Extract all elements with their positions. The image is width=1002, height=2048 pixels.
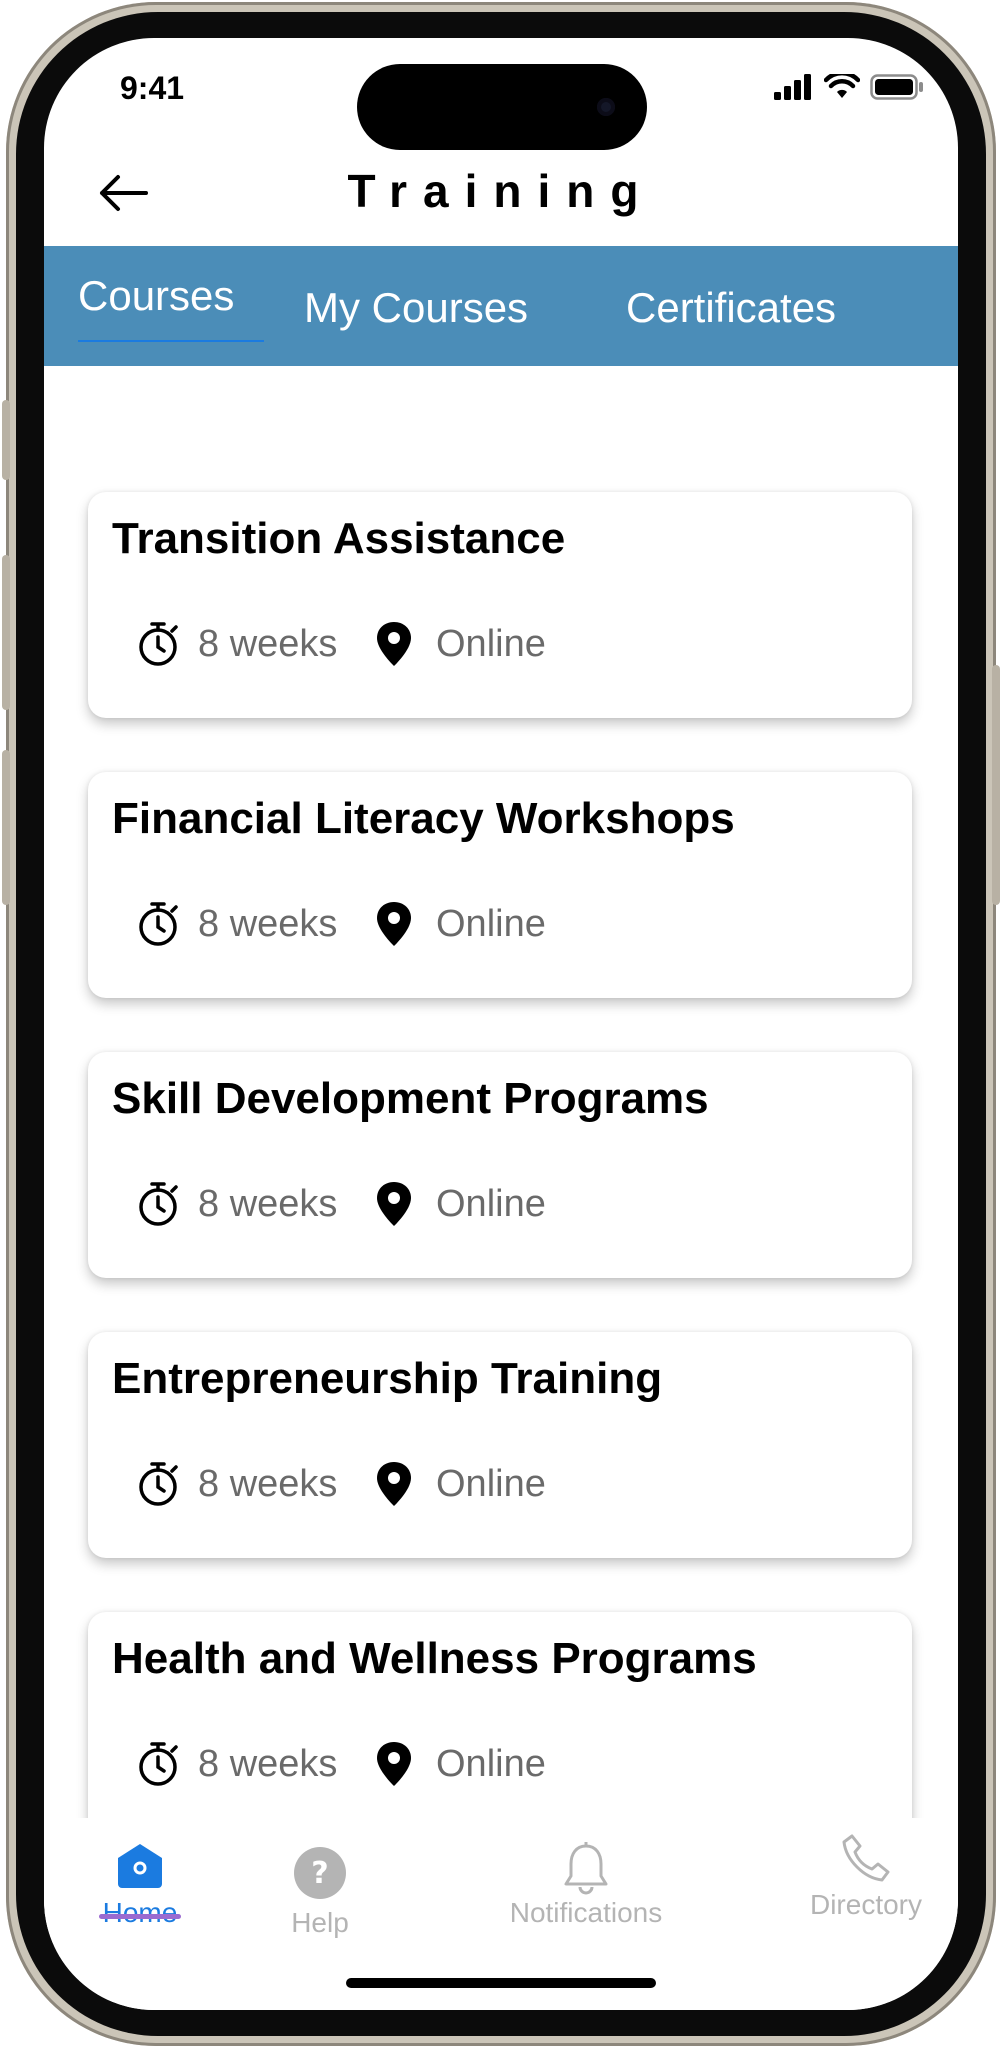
nav-label: Help <box>291 1907 349 1938</box>
nav-label: Home <box>102 1897 178 1928</box>
duration-text: 8 weeks <box>198 1742 338 1785</box>
nav-label: Notifications <box>509 1897 663 1928</box>
tab-label: Certificates <box>626 284 837 331</box>
timer-icon <box>139 622 178 666</box>
course-duration: 8 weeks <box>136 1740 337 1788</box>
nav-label: Directory <box>809 1889 922 1920</box>
course-location: Online <box>374 900 546 948</box>
status-icons <box>774 74 924 100</box>
wifi-icon <box>824 74 860 98</box>
course-duration: 8 weeks <box>136 1180 337 1228</box>
course-duration: 8 weeks <box>136 900 337 948</box>
course-location: Online <box>374 1180 546 1228</box>
signal-icon <box>774 74 811 100</box>
tab-courses[interactable]: Courses <box>64 246 284 366</box>
timer-icon <box>139 1182 178 1226</box>
location-text: Online <box>436 1462 546 1505</box>
status-time: 9:41 <box>120 70 185 106</box>
volume-up-button <box>2 555 10 710</box>
tab-my-courses[interactable]: My Courses <box>294 246 584 366</box>
dynamic-island <box>357 64 647 150</box>
volume-down-button <box>2 750 10 905</box>
timer-icon <box>139 902 178 946</box>
course-card[interactable]: Transition Assistance 8 weeks Online <box>88 492 912 718</box>
course-title: Financial Literacy Workshops <box>112 794 735 843</box>
location-pin-icon <box>377 622 411 666</box>
location-pin-icon <box>377 1182 411 1226</box>
location-text: Online <box>436 1182 546 1225</box>
tab-bar: Courses My Courses Certificates <box>44 246 958 366</box>
help-icon: ? <box>294 1847 346 1899</box>
course-title: Transition Assistance <box>112 514 566 563</box>
course-card[interactable]: Skill Development Programs 8 weeks Online <box>88 1052 912 1278</box>
battery-icon <box>870 74 923 100</box>
tab-certificates[interactable]: Certificates <box>624 246 944 366</box>
course-title: Health and Wellness Programs <box>112 1634 757 1683</box>
course-card[interactable]: Financial Literacy Workshops 8 weeks Onlin… <box>88 772 912 998</box>
timer-icon <box>139 1742 178 1786</box>
course-duration: 8 weeks <box>136 1460 337 1508</box>
action-button <box>2 400 10 480</box>
duration-text: 8 weeks <box>198 1462 338 1505</box>
app-screen: 9:41 Training Courses My Courses Certifi… <box>44 38 958 2010</box>
svg-text:?: ? <box>311 1856 328 1891</box>
location-pin-icon <box>377 1742 411 1786</box>
tab-label: My Courses <box>304 284 529 331</box>
active-nav-indicator <box>99 1914 181 1919</box>
location-text: Online <box>436 1742 546 1785</box>
course-location: Online <box>374 1460 546 1508</box>
nav-notifications[interactable]: Notifications <box>494 1840 678 1929</box>
tab-label: Courses <box>78 272 235 319</box>
phone-icon <box>842 1834 890 1882</box>
camera-icon <box>597 98 615 116</box>
duration-text: 8 weeks <box>198 902 338 945</box>
power-button <box>992 665 1000 905</box>
duration-text: 8 weeks <box>198 1182 338 1225</box>
bell-icon <box>564 1842 608 1895</box>
nav-help[interactable]: ? Help <box>260 1846 380 1939</box>
home-indicator[interactable] <box>346 1978 656 1988</box>
course-location: Online <box>374 1740 546 1788</box>
location-pin-icon <box>377 1462 411 1506</box>
location-text: Online <box>436 902 546 945</box>
duration-text: 8 weeks <box>198 622 338 665</box>
location-pin-icon <box>377 902 411 946</box>
course-card[interactable]: Entrepreneurship Training 8 weeks Online <box>88 1332 912 1558</box>
course-duration: 8 weeks <box>136 620 337 668</box>
course-title: Entrepreneurship Training <box>112 1354 663 1403</box>
timer-icon <box>139 1462 178 1506</box>
course-title: Skill Development Programs <box>112 1074 709 1123</box>
course-list: Transition Assistance 8 weeks Online Financ… <box>44 366 958 1818</box>
location-text: Online <box>436 622 546 665</box>
nav-directory[interactable]: Directory <box>796 1830 936 1921</box>
course-card[interactable]: Health and Wellness Programs 8 weeks Onlin… <box>88 1612 912 1818</box>
course-location: Online <box>374 620 546 668</box>
home-icon <box>118 1844 162 1888</box>
page-title: Training <box>347 165 655 217</box>
active-tab-indicator <box>78 340 264 342</box>
